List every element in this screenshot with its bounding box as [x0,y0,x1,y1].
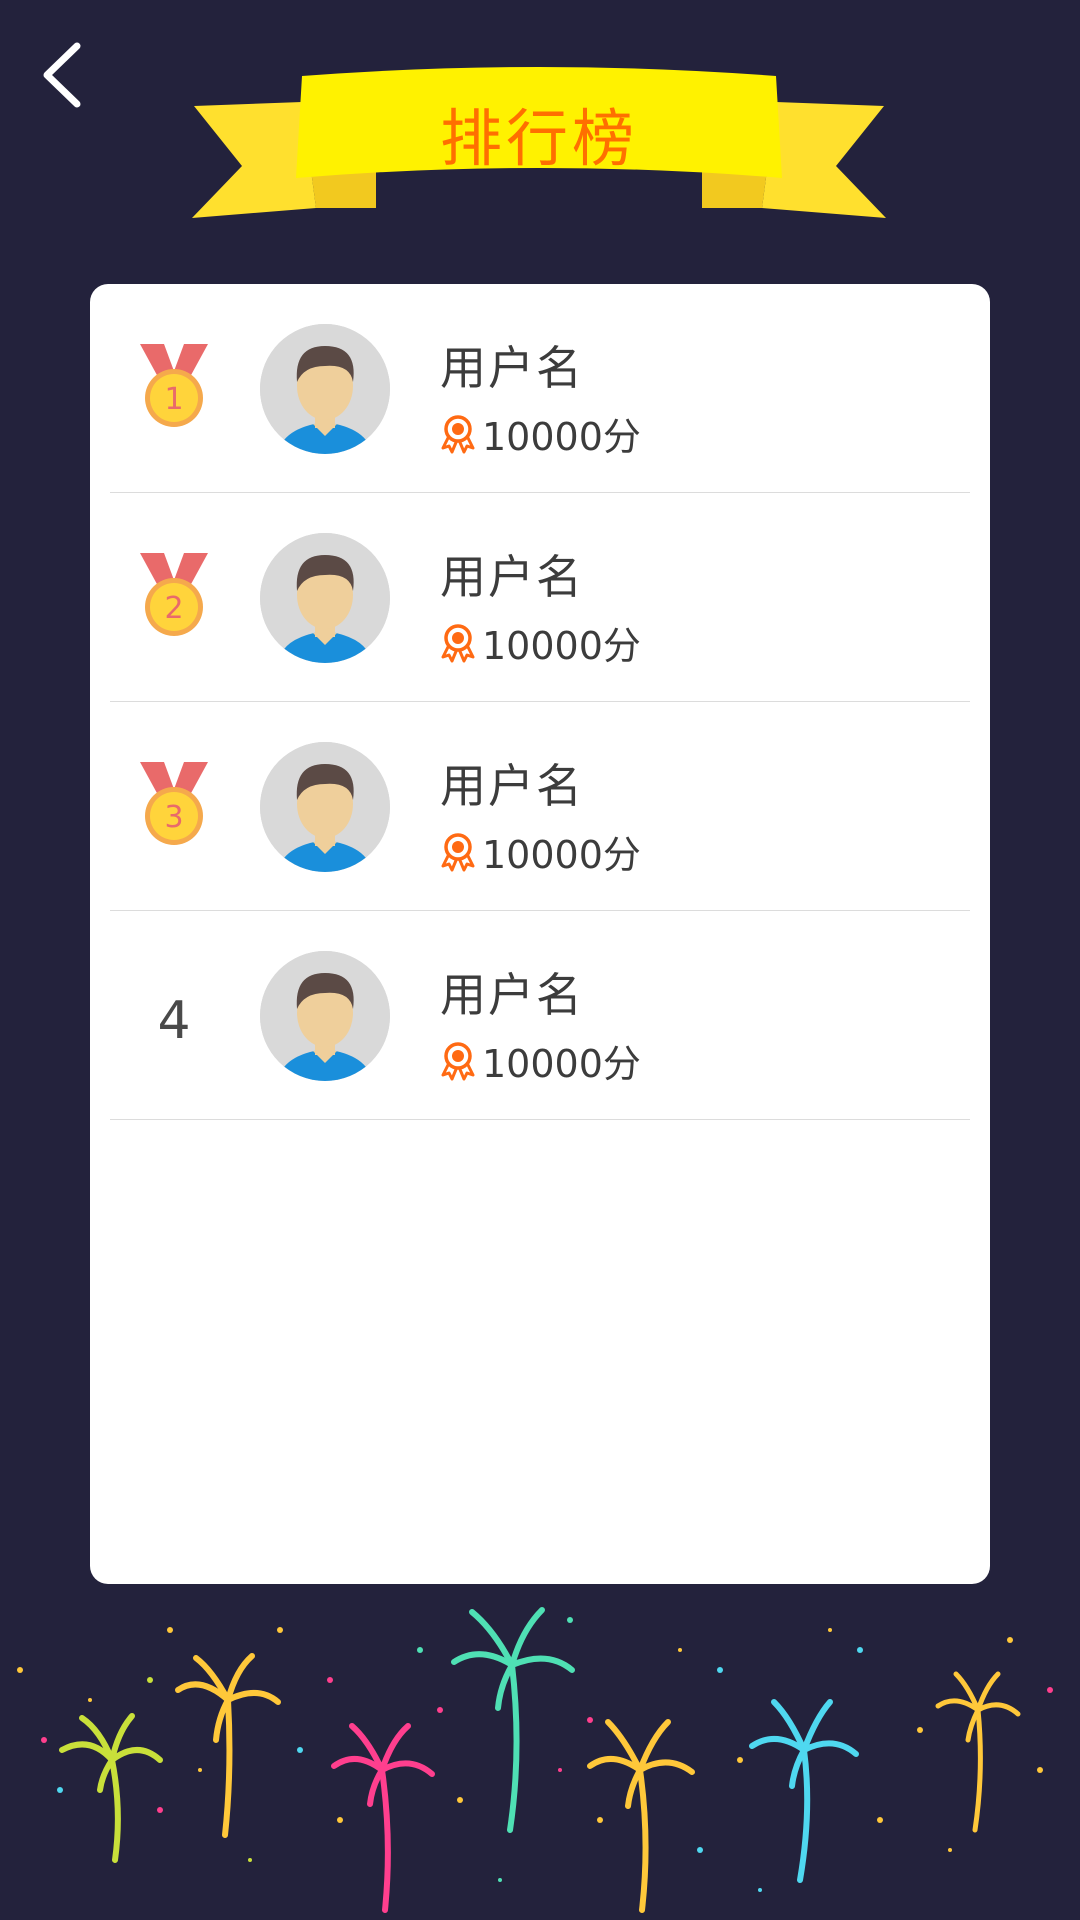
user-name: 用户名 [440,341,584,395]
award-ribbon-icon [441,623,475,662]
list-item[interactable]: 2 用户名 10000分 [110,493,970,702]
score-value: 10000分 [482,1042,641,1086]
list-item[interactable]: 4 用户名 10000分 [110,911,970,1120]
award-ribbon-icon [441,1041,475,1080]
medal-icon: 2 [128,551,220,643]
back-button[interactable] [24,30,100,120]
chevron-left-icon [43,42,81,108]
score: 10000分 [440,615,641,670]
gold-medal-icon: 1 [128,342,220,434]
leaderboard-card: 1 用户名 10000分 2 用户名 10000分 3 用户名 10000分 4… [90,284,990,1584]
score: 10000分 [440,406,641,461]
avatar [260,742,390,872]
score-value: 10000分 [482,624,641,668]
avatar [260,951,390,1081]
award-ribbon-icon [441,832,475,871]
score-value: 10000分 [482,833,641,877]
rank-list: 1 用户名 10000分 2 用户名 10000分 3 用户名 10000分 4… [90,284,990,1120]
rank-number: 4 [157,991,191,1051]
list-item[interactable]: 1 用户名 10000分 [110,284,970,493]
svg-text:3: 3 [164,800,183,835]
score-value: 10000分 [482,415,641,459]
fireworks-decoration [17,1607,1053,1913]
svg-text:2: 2 [164,591,183,626]
user-name: 用户名 [440,759,584,813]
user-name: 用户名 [440,550,584,604]
score: 10000分 [440,824,641,879]
award-ribbon-icon [441,414,475,453]
user-name: 用户名 [440,968,584,1022]
title-banner: 排行榜 [186,58,892,228]
page-title: 排行榜 [439,102,638,175]
avatar [260,324,390,454]
avatar [260,533,390,663]
svg-text:1: 1 [164,382,183,417]
leaderboard-screen: 排行榜 1 用户名 10000分 2 用户名 10000分 3 用户名 1000… [0,0,1080,1920]
list-item[interactable]: 3 用户名 10000分 [110,702,970,911]
medal-icon: 3 [128,760,220,852]
score: 10000分 [440,1033,641,1088]
